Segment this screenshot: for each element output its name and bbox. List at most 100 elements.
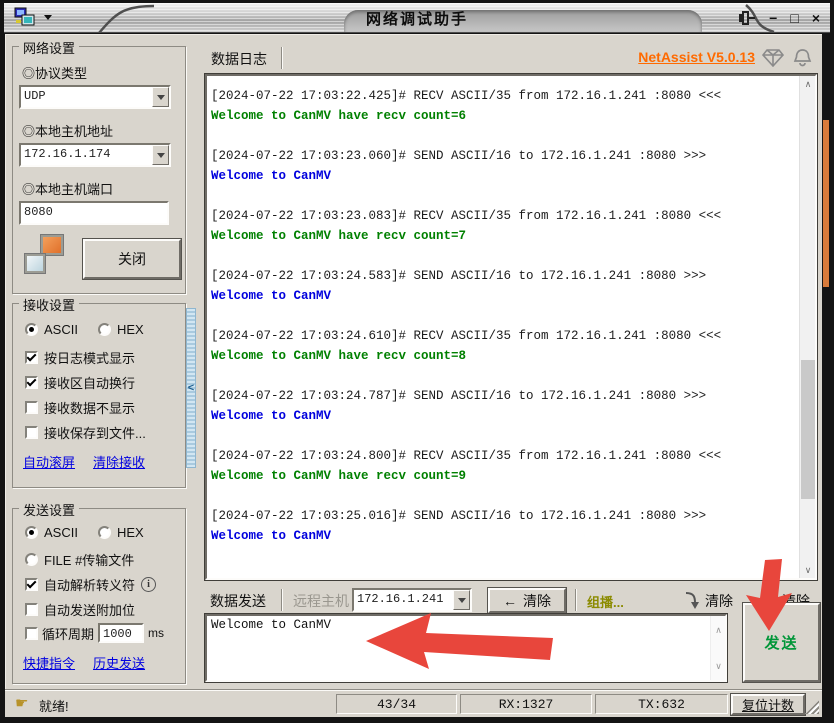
dropdown-arrow-icon[interactable] bbox=[152, 87, 169, 107]
escape-parse-checkbox[interactable] bbox=[25, 578, 38, 591]
log-entry-data: Welcome to CanMV bbox=[211, 166, 795, 186]
log-entry-header: [2024-07-22 17:03:24.800]# RECV ASCII/35… bbox=[211, 446, 795, 466]
multicast-link[interactable]: 组播... bbox=[587, 592, 624, 611]
scroll-down-icon[interactable]: ∨ bbox=[711, 658, 726, 674]
titlebar[interactable]: 网络调试助手 − □ × bbox=[4, 3, 830, 33]
scroll-up-icon[interactable]: ∧ bbox=[800, 76, 816, 92]
local-host-value: 172.16.1.174 bbox=[21, 145, 152, 165]
cycle-label: 循环周期 bbox=[42, 624, 94, 643]
log-entry-header: [2024-07-22 17:03:22.425]# RECV ASCII/35… bbox=[211, 86, 795, 106]
app-window: 网络调试助手 − □ × 网络设置 ◎协议类型 UDP ◎本地主机地址 172.… bbox=[0, 0, 834, 723]
log-body: [2024-07-22 17:03:22.425]# RECV ASCII/35… bbox=[211, 86, 795, 576]
send-button[interactable]: 发送 bbox=[743, 603, 820, 682]
auto-append-checkbox[interactable] bbox=[25, 603, 38, 616]
log-entry-header: [2024-07-22 17:03:23.083]# RECV ASCII/35… bbox=[211, 206, 795, 226]
send-button-label: 发送 bbox=[764, 632, 798, 653]
log-area[interactable]: [2024-07-22 17:03:22.425]# RECV ASCII/35… bbox=[205, 74, 817, 580]
close-button[interactable]: × bbox=[812, 9, 820, 27]
group-send-settings: 发送设置 ASCII HEX FILE #传输文件 自动解析转义符 i 自动发送… bbox=[12, 508, 186, 684]
local-host-select[interactable]: 172.16.1.174 bbox=[19, 143, 171, 167]
log-entry: [2024-07-22 17:03:24.583]# SEND ASCII/16… bbox=[211, 266, 795, 306]
log-entry: [2024-07-22 17:03:24.800]# RECV ASCII/35… bbox=[211, 446, 795, 486]
log-entry-data: Welcome to CanMV bbox=[211, 406, 795, 426]
status-ready-text: 就绪! bbox=[39, 696, 69, 715]
log-scrollbar[interactable]: ∧ ∨ bbox=[799, 76, 815, 578]
minimize-button[interactable]: − bbox=[769, 9, 777, 27]
protocol-value: UDP bbox=[21, 87, 152, 107]
recv-ascii-radio[interactable] bbox=[25, 323, 38, 336]
panel-splitter[interactable]: < bbox=[186, 308, 196, 468]
reset-count-label: 复位计数 bbox=[742, 695, 794, 714]
send-input-text: Welcome to CanMV bbox=[211, 618, 331, 632]
log-entry-header: [2024-07-22 17:03:24.610]# RECV ASCII/35… bbox=[211, 326, 795, 346]
auto-scroll-link[interactable]: 自动滚屏 bbox=[23, 452, 75, 471]
rx-count-panel: RX:1327 bbox=[460, 694, 592, 714]
remote-host-value: 172.16.1.241 :8080 bbox=[354, 590, 453, 610]
scroll-thumb[interactable] bbox=[801, 360, 815, 499]
cycle-checkbox[interactable] bbox=[25, 627, 38, 640]
close-connection-button[interactable]: 关闭 bbox=[83, 239, 181, 279]
info-icon[interactable]: i bbox=[141, 577, 156, 592]
clear-send-arrow-icon[interactable] bbox=[683, 590, 701, 610]
local-port-input[interactable]: 8080 bbox=[19, 201, 169, 225]
log-entry: [2024-07-22 17:03:22.425]# RECV ASCII/35… bbox=[211, 86, 795, 126]
log-entry-data: Welcome to CanMV have recv count=6 bbox=[211, 106, 795, 126]
send-file-radio[interactable] bbox=[25, 553, 38, 566]
remote-host-select[interactable]: 172.16.1.241 :8080 bbox=[352, 588, 472, 612]
left-arrow-icon: ← bbox=[503, 593, 517, 609]
scroll-down-icon[interactable]: ∨ bbox=[800, 562, 816, 578]
history-send-link[interactable]: 历史发送 bbox=[93, 653, 145, 672]
log-mode-label: 按日志模式显示 bbox=[44, 348, 135, 367]
dropdown-arrow-icon[interactable] bbox=[152, 145, 169, 165]
diamond-icon[interactable] bbox=[762, 48, 784, 67]
clear-send-label[interactable]: 清除 bbox=[705, 591, 733, 611]
maximize-button[interactable]: □ bbox=[790, 9, 798, 27]
cycle-unit-label: ms bbox=[148, 626, 164, 640]
hide-recv-checkbox[interactable] bbox=[25, 401, 38, 414]
window-title: 网络调试助手 bbox=[4, 8, 830, 29]
log-entry-header: [2024-07-22 17:03:24.583]# SEND ASCII/16… bbox=[211, 266, 795, 286]
protocol-select[interactable]: UDP bbox=[19, 85, 171, 109]
connection-icon bbox=[25, 235, 65, 273]
pin-icon[interactable] bbox=[736, 10, 756, 26]
reset-count-button[interactable]: 复位计数 bbox=[731, 694, 805, 715]
recv-hex-radio[interactable] bbox=[98, 323, 111, 336]
remote-host-label: 远程主机 bbox=[293, 591, 349, 611]
send-bar: 数据发送 远程主机 172.16.1.241 :8080 ← 清除 组播... … bbox=[205, 586, 822, 614]
bell-icon[interactable] bbox=[792, 48, 813, 68]
tab-data-send[interactable]: 数据发送 bbox=[210, 591, 266, 611]
tab-data-log[interactable]: 数据日志 bbox=[211, 49, 267, 69]
version-link[interactable]: NetAssist V5.0.13 bbox=[638, 49, 755, 65]
send-hex-radio[interactable] bbox=[98, 526, 111, 539]
save-to-file-label: 接收保存到文件... bbox=[44, 423, 146, 442]
connection-icon-top bbox=[41, 235, 63, 255]
log-entry-data: Welcome to CanMV bbox=[211, 526, 795, 546]
send-scrollbar[interactable]: ∧ ∨ bbox=[710, 616, 725, 680]
group-title: 接收设置 bbox=[19, 295, 79, 314]
cycle-period-input[interactable]: 1000 bbox=[98, 623, 144, 643]
send-ascii-radio[interactable] bbox=[25, 526, 38, 539]
clear-recv-link[interactable]: 清除接收 bbox=[93, 452, 145, 471]
group-title: 发送设置 bbox=[19, 500, 79, 519]
status-bar: ☛ 就绪! 43/34 RX:1327 TX:632 复位计数 bbox=[5, 689, 822, 717]
scroll-up-icon[interactable]: ∧ bbox=[711, 622, 726, 638]
log-entry-data: Welcome to CanMV bbox=[211, 286, 795, 306]
log-entry-data: Welcome to CanMV have recv count=7 bbox=[211, 226, 795, 246]
frame-count-panel: 43/34 bbox=[336, 694, 457, 714]
group-title: 网络设置 bbox=[19, 38, 79, 57]
send-input[interactable]: Welcome to CanMV ∧ ∨ bbox=[205, 614, 727, 682]
quick-cmd-link[interactable]: 快捷指令 bbox=[23, 653, 75, 672]
collapse-left-icon: < bbox=[188, 382, 194, 394]
clear-log-button[interactable]: ← 清除 bbox=[488, 588, 566, 613]
auto-wrap-checkbox[interactable] bbox=[25, 376, 38, 389]
save-to-file-checkbox[interactable] bbox=[25, 426, 38, 439]
send-hex-label: HEX bbox=[117, 525, 144, 540]
edge-stripe bbox=[823, 120, 829, 287]
log-entry: [2024-07-22 17:03:24.610]# RECV ASCII/35… bbox=[211, 326, 795, 366]
send-file-label: FILE #传输文件 bbox=[44, 550, 134, 569]
log-entry: [2024-07-22 17:03:24.787]# SEND ASCII/16… bbox=[211, 386, 795, 426]
protocol-type-label: ◎协议类型 bbox=[22, 63, 87, 82]
log-mode-checkbox[interactable] bbox=[25, 351, 38, 364]
resize-grip[interactable] bbox=[805, 700, 819, 714]
dropdown-arrow-icon[interactable] bbox=[453, 590, 470, 610]
